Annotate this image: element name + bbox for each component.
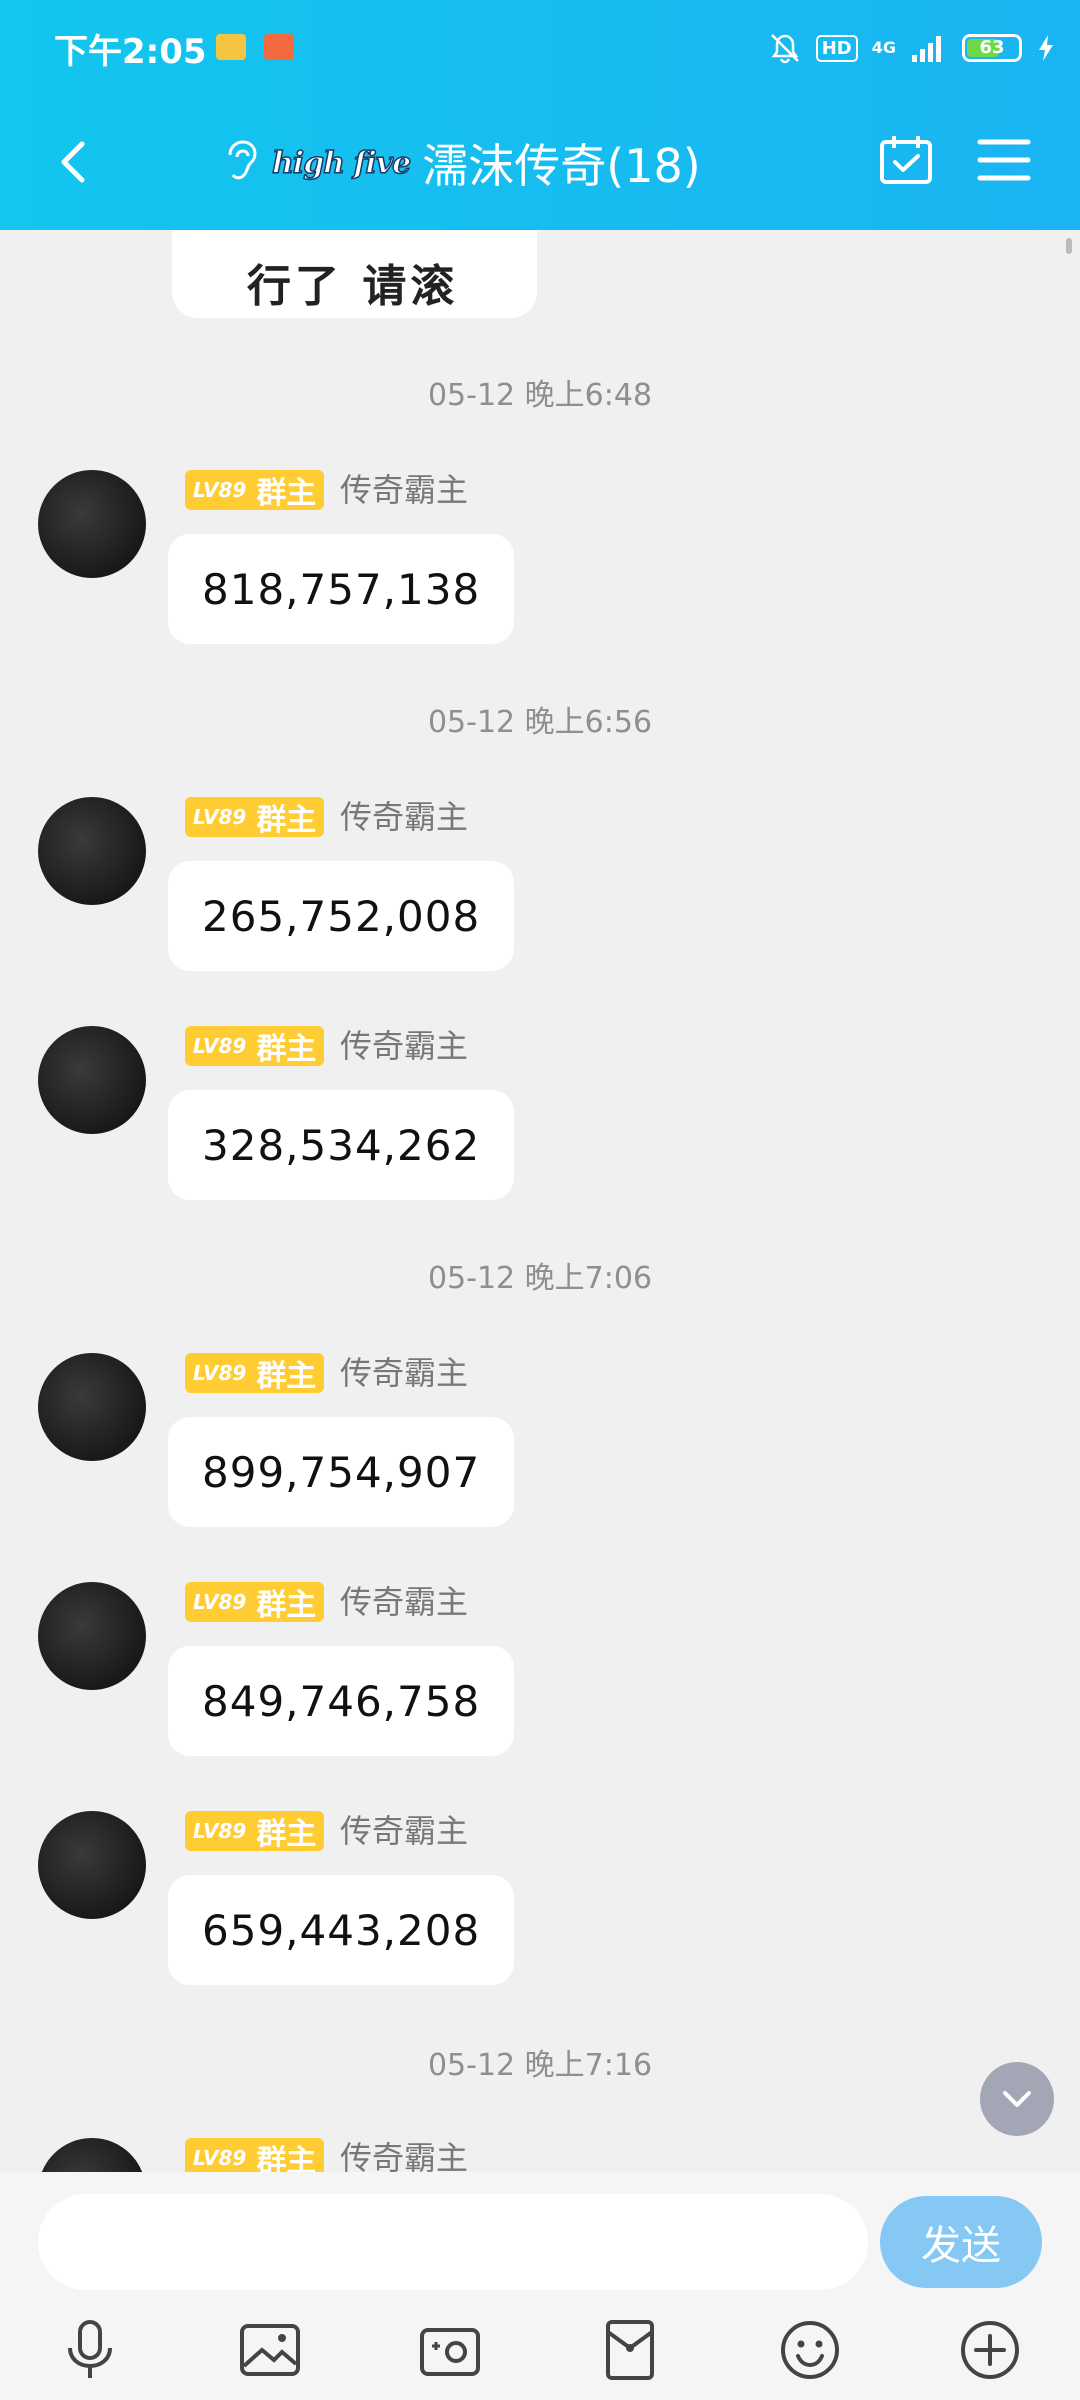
- charging-icon: [1039, 35, 1053, 61]
- member-badge: LV89 群主: [185, 1026, 325, 1067]
- avatar[interactable]: [38, 470, 146, 578]
- scrollbar[interactable]: [1066, 238, 1072, 254]
- camera-icon: [420, 2328, 480, 2376]
- image-message[interactable]: 行了 请滚: [172, 230, 537, 318]
- avatar[interactable]: [38, 1353, 146, 1461]
- member-badge: LV89 群主: [185, 1353, 325, 1394]
- emoji-button[interactable]: [772, 2312, 848, 2388]
- chat-message: LV89 群主 传奇霸主 818,757,138: [0, 470, 1080, 650]
- member-badge: LV89 群主: [185, 1582, 325, 1623]
- input-toolbar: [0, 2302, 1080, 2398]
- avatar[interactable]: [38, 1582, 146, 1690]
- calendar-check-icon: [880, 136, 932, 184]
- role-label: 群主: [256, 1032, 317, 1067]
- photo-icon: [240, 2324, 300, 2376]
- camera-button[interactable]: [412, 2312, 488, 2388]
- chevron-left-icon: [61, 141, 85, 183]
- member-badge: LV89 群主: [185, 1811, 325, 1852]
- mute-bell-icon: [770, 34, 799, 64]
- message-bubble[interactable]: 659,443,208: [168, 1875, 515, 1985]
- role-label: 群主: [256, 2144, 317, 2172]
- role-label: 群主: [256, 803, 317, 838]
- level-label: LV89: [193, 478, 247, 502]
- more-button[interactable]: [952, 2312, 1028, 2388]
- level-label: LV89: [193, 1819, 247, 1843]
- avatar[interactable]: [38, 2138, 146, 2172]
- group-title[interactable]: high five 濡沫传奇(18): [220, 128, 701, 198]
- page-title: 濡沫传奇(18): [422, 139, 701, 193]
- sender-name[interactable]: 传奇霸主: [340, 1582, 468, 1622]
- message-bubble[interactable]: 899,754,907: [168, 1417, 515, 1527]
- sender-name[interactable]: 传奇霸主: [340, 1811, 468, 1851]
- send-button[interactable]: 发送: [880, 2196, 1042, 2288]
- menu-button[interactable]: [974, 132, 1034, 188]
- sender-name[interactable]: 传奇霸主: [340, 2138, 468, 2172]
- shopping-notification-icon: [264, 34, 294, 60]
- member-badge: LV89 群主: [185, 470, 325, 511]
- ear-icon: [228, 140, 257, 180]
- scroll-to-bottom-button[interactable]: [980, 2062, 1054, 2136]
- signal-icon: [912, 36, 941, 62]
- back-button[interactable]: [44, 132, 104, 192]
- hd-badge: HD: [815, 34, 858, 62]
- plus-icon: [961, 2321, 1019, 2379]
- role-label: 群主: [256, 1588, 317, 1623]
- status-icons: HD 4G 63: [768, 26, 1056, 70]
- avatar[interactable]: [38, 1811, 146, 1919]
- sender-name[interactable]: 传奇霸主: [340, 1026, 468, 1066]
- level-label: LV89: [193, 1361, 247, 1385]
- emoji-icon: [781, 2321, 839, 2379]
- microphone-icon: [68, 2320, 112, 2378]
- message-bubble[interactable]: 328,534,262: [168, 1090, 515, 1200]
- calendar-button[interactable]: [876, 130, 936, 190]
- chat-message: LV89 群主 传奇霸主 849,746,758: [0, 1582, 1080, 1762]
- level-label: LV89: [193, 2146, 247, 2170]
- member-badge: LV89 群主: [185, 797, 325, 838]
- status-bar: 下午2:05 HD 4G 63: [0, 0, 1080, 96]
- avatar[interactable]: [38, 1026, 146, 1134]
- photo-button[interactable]: [232, 2312, 308, 2388]
- sender-name[interactable]: 传奇霸主: [340, 797, 468, 837]
- level-label: LV89: [193, 1590, 247, 1614]
- voice-button[interactable]: [52, 2312, 128, 2388]
- message-notification-icon: [216, 34, 246, 60]
- chat-message: LV89 群主 传奇霸主: [0, 2138, 1080, 2172]
- sender-name[interactable]: 传奇霸主: [340, 470, 468, 510]
- high-five-logo: high five: [271, 145, 412, 182]
- sender-name[interactable]: 传奇霸主: [340, 1353, 468, 1393]
- level-label: LV89: [193, 1034, 247, 1058]
- input-area: 发送: [0, 2172, 1080, 2400]
- chat-message: LV89 群主 传奇霸主 659,443,208: [0, 1811, 1080, 1991]
- chat-message: LV89 群主 传奇霸主 899,754,907: [0, 1353, 1080, 1533]
- timestamp: 05-12 晚上6:56: [427, 705, 653, 740]
- red-packet-button[interactable]: [592, 2312, 668, 2388]
- message-bubble[interactable]: 849,746,758: [168, 1646, 515, 1756]
- member-badge: LV89 群主: [185, 2138, 325, 2172]
- chat-message-list[interactable]: 行了 请滚 05-12 晚上6:48 LV89 群主 传奇霸主 818,757,…: [0, 230, 1080, 2172]
- role-label: 群主: [256, 1359, 317, 1394]
- hamburger-menu-icon: [977, 139, 1031, 181]
- message-input[interactable]: [38, 2194, 868, 2290]
- image-caption: 行了 请滚: [247, 261, 459, 312]
- avatar[interactable]: [38, 797, 146, 905]
- timestamp: 05-12 晚上7:16: [427, 2048, 653, 2083]
- red-packet-icon: [606, 2320, 654, 2380]
- timestamp: 05-12 晚上6:48: [427, 378, 653, 413]
- timestamp: 05-12 晚上7:06: [427, 1261, 653, 1296]
- battery-level: 63: [979, 37, 1005, 58]
- message-bubble[interactable]: 265,752,008: [168, 861, 515, 971]
- network-type: 4G: [871, 38, 896, 57]
- title-bar: high five 濡沫传奇(18): [0, 110, 1080, 220]
- message-bubble[interactable]: 818,757,138: [168, 534, 515, 644]
- role-label: 群主: [256, 476, 317, 511]
- chat-message: LV89 群主 传奇霸主 328,534,262: [0, 1026, 1080, 1206]
- status-time: 下午2:05: [54, 32, 207, 72]
- role-label: 群主: [256, 1817, 317, 1852]
- chevron-down-icon: [1003, 2091, 1031, 2107]
- app-header: 下午2:05 HD 4G 63 high five 濡沫传奇(18): [0, 0, 1080, 230]
- battery-icon: 63: [962, 34, 1022, 62]
- level-label: LV89: [193, 805, 247, 829]
- chat-message: LV89 群主 传奇霸主 265,752,008: [0, 797, 1080, 977]
